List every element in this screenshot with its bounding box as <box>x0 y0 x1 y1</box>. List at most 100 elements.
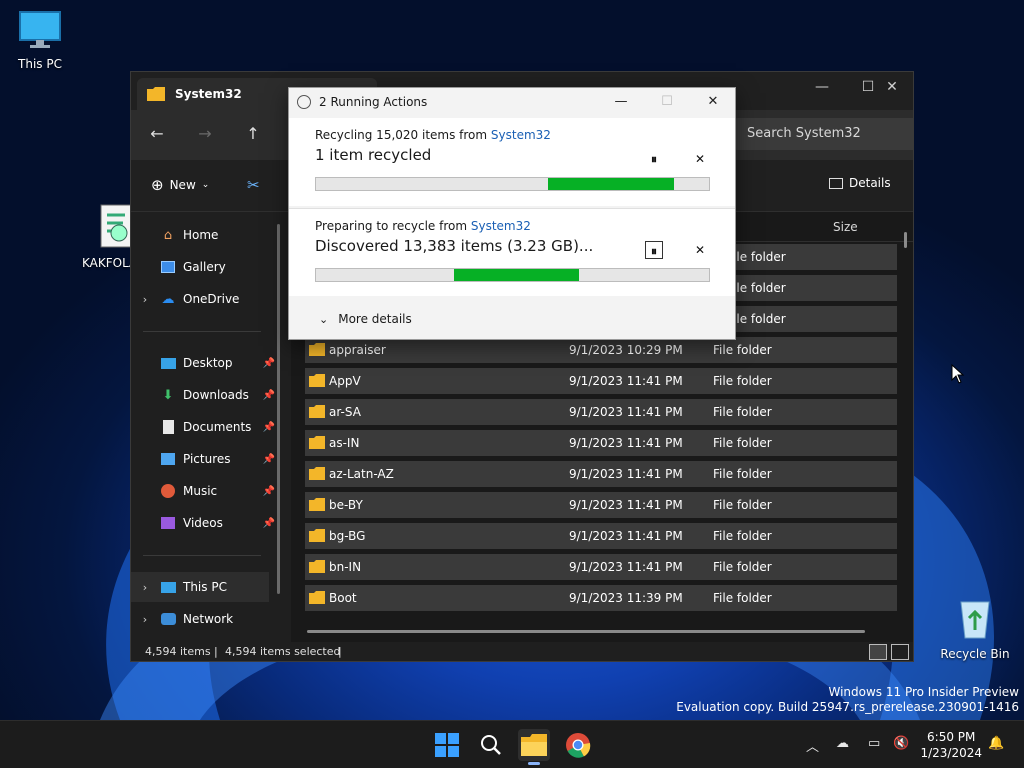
sidebar-item-documents[interactable]: Documents 📌 <box>131 412 281 442</box>
folder-icon <box>147 87 165 101</box>
network-icon <box>159 612 177 626</box>
row-date: 9/1/2023 11:41 PM <box>569 560 683 574</box>
sidebar-item-label: This PC <box>183 580 227 594</box>
chevron-up-icon[interactable]: ︿ <box>806 736 819 755</box>
download-icon: ⬇ <box>162 387 174 403</box>
volume-muted-icon[interactable]: 🔇 <box>893 736 909 751</box>
file-explorer-taskbar-button[interactable] <box>518 729 550 765</box>
start-button[interactable] <box>431 729 463 761</box>
monitor-icon <box>19 11 61 48</box>
clock-icon <box>297 95 311 109</box>
cancel-button[interactable]: ✕ <box>691 241 709 259</box>
details-view-button[interactable] <box>869 644 887 660</box>
sidebar-item-this-pc[interactable]: › This PC <box>131 572 269 602</box>
folder-icon <box>309 436 325 449</box>
sidebar-item-label: OneDrive <box>183 292 240 306</box>
system-clock[interactable]: 6:50 PM 1/23/2024 <box>920 729 982 761</box>
pin-icon: 📌 <box>262 421 275 433</box>
table-row[interactable]: bn-IN 9/1/2023 11:41 PM File folder <box>305 554 897 580</box>
folder-link[interactable]: System32 <box>491 128 551 142</box>
forward-arrow-icon[interactable]: → <box>191 122 219 146</box>
row-type: File folder <box>713 436 772 450</box>
clock-time: 6:50 PM <box>927 730 976 744</box>
file-list-scrollbar[interactable] <box>904 232 907 248</box>
row-date: 9/1/2023 11:41 PM <box>569 436 683 450</box>
progress-bar <box>315 177 710 191</box>
action-status: Discovered 13,383 items (3.23 GB)... <box>315 237 594 255</box>
sidebar-item-videos[interactable]: Videos 📌 <box>131 508 281 538</box>
video-icon <box>159 516 177 530</box>
row-date: 9/1/2023 11:41 PM <box>569 374 683 388</box>
network-icon[interactable]: ▭ <box>868 736 880 751</box>
details-button[interactable]: Details <box>829 176 891 190</box>
evaluation-watermark: Windows 11 Pro Insider Preview Evaluatio… <box>676 685 1019 715</box>
sidebar-item-desktop[interactable]: Desktop 📌 <box>131 348 281 378</box>
close-button[interactable]: ✕ <box>699 92 727 112</box>
progress-fill <box>453 269 580 281</box>
notification-bell-icon[interactable]: 🔔 <box>988 736 1004 751</box>
sidebar-item-gallery[interactable]: Gallery <box>131 252 281 282</box>
search-placeholder: Search System32 <box>747 126 861 141</box>
tiles-view-button[interactable] <box>891 644 909 660</box>
desktop-icon-recycle-bin[interactable]: Recycle Bin <box>935 596 1015 661</box>
search-input[interactable]: Search System32 <box>733 118 913 150</box>
folder-link[interactable]: System32 <box>471 219 531 233</box>
chevron-right-icon[interactable]: › <box>131 613 159 626</box>
chrome-icon <box>566 733 591 758</box>
sidebar-item-pictures[interactable]: Pictures 📌 <box>131 444 281 474</box>
table-row[interactable]: appraiser 9/1/2023 10:29 PM File folder <box>305 337 897 363</box>
desktop-icon-this-pc[interactable]: This PC <box>0 10 80 71</box>
pause-button[interactable]: ⏸ <box>645 150 663 168</box>
sidebar-item-label: Documents <box>183 420 252 434</box>
sidebar-item-label: Gallery <box>183 260 226 274</box>
watermark-line2: Evaluation copy. Build 25947.rs_prerelea… <box>676 700 1019 714</box>
status-bar: 4,594 items | 4,594 items selected | <box>131 642 913 661</box>
table-row[interactable]: be-BY 9/1/2023 11:41 PM File folder <box>305 492 897 518</box>
search-button[interactable] <box>475 729 507 761</box>
pin-icon: 📌 <box>262 389 275 401</box>
row-name: ar-SA <box>329 405 361 419</box>
column-header-size[interactable]: Size <box>833 220 858 234</box>
row-type: File folder <box>713 591 772 605</box>
row-type: File folder <box>713 529 772 543</box>
chrome-taskbar-button[interactable] <box>562 729 594 761</box>
sidebar-item-onedrive[interactable]: › ☁ OneDrive <box>131 284 281 314</box>
row-name: as-IN <box>329 436 360 450</box>
new-button[interactable]: ⊕ New ⌄ <box>151 176 209 194</box>
minimize-button[interactable]: — <box>799 72 845 102</box>
progress-bar <box>315 268 710 282</box>
pin-icon: 📌 <box>262 453 275 465</box>
details-pane-icon <box>829 177 843 189</box>
table-row[interactable]: ar-SA 9/1/2023 11:41 PM File folder <box>305 399 897 425</box>
item-count: 4,594 items <box>145 645 211 658</box>
table-row[interactable]: az-Latn-AZ 9/1/2023 11:41 PM File folder <box>305 461 897 487</box>
sidebar-item-home[interactable]: ⌂ Home <box>131 220 281 250</box>
minimize-button[interactable]: — <box>607 92 635 112</box>
more-details-toggle[interactable]: ⌄ More details <box>319 312 412 326</box>
table-row[interactable]: bg-BG 9/1/2023 11:41 PM File folder <box>305 523 897 549</box>
back-arrow-icon[interactable]: ← <box>143 122 171 146</box>
chevron-right-icon[interactable]: › <box>131 293 159 306</box>
horizontal-scrollbar[interactable] <box>307 630 865 633</box>
sidebar-item-network[interactable]: › Network <box>131 604 281 634</box>
folder-icon <box>309 498 325 511</box>
action-preparing: Preparing to recycle from System32 Disco… <box>289 208 735 296</box>
table-row[interactable]: Boot 9/1/2023 11:39 PM File folder <box>305 585 897 611</box>
pin-icon: 📌 <box>262 357 275 369</box>
chevron-right-icon[interactable]: › <box>131 581 159 594</box>
cloud-offline-icon[interactable]: ☁ <box>836 736 849 751</box>
close-button[interactable]: ✕ <box>869 72 913 102</box>
sidebar-scrollbar[interactable] <box>277 224 280 594</box>
cancel-button[interactable]: ✕ <box>691 150 709 168</box>
cut-button[interactable]: ✂ <box>247 176 260 194</box>
up-arrow-icon[interactable]: ↑ <box>239 122 267 146</box>
sidebar-item-music[interactable]: Music 📌 <box>131 476 281 506</box>
maximize-button[interactable]: ☐ <box>653 92 681 112</box>
windows-logo-icon <box>435 733 459 757</box>
row-name: bn-IN <box>329 560 362 574</box>
table-row[interactable]: as-IN 9/1/2023 11:41 PM File folder <box>305 430 897 456</box>
table-row[interactable]: AppV 9/1/2023 11:41 PM File folder <box>305 368 897 394</box>
sidebar-item-downloads[interactable]: ⬇ Downloads 📌 <box>131 380 281 410</box>
pause-button[interactable]: ⏸ <box>645 241 663 259</box>
sidebar-item-label: Home <box>183 228 219 242</box>
